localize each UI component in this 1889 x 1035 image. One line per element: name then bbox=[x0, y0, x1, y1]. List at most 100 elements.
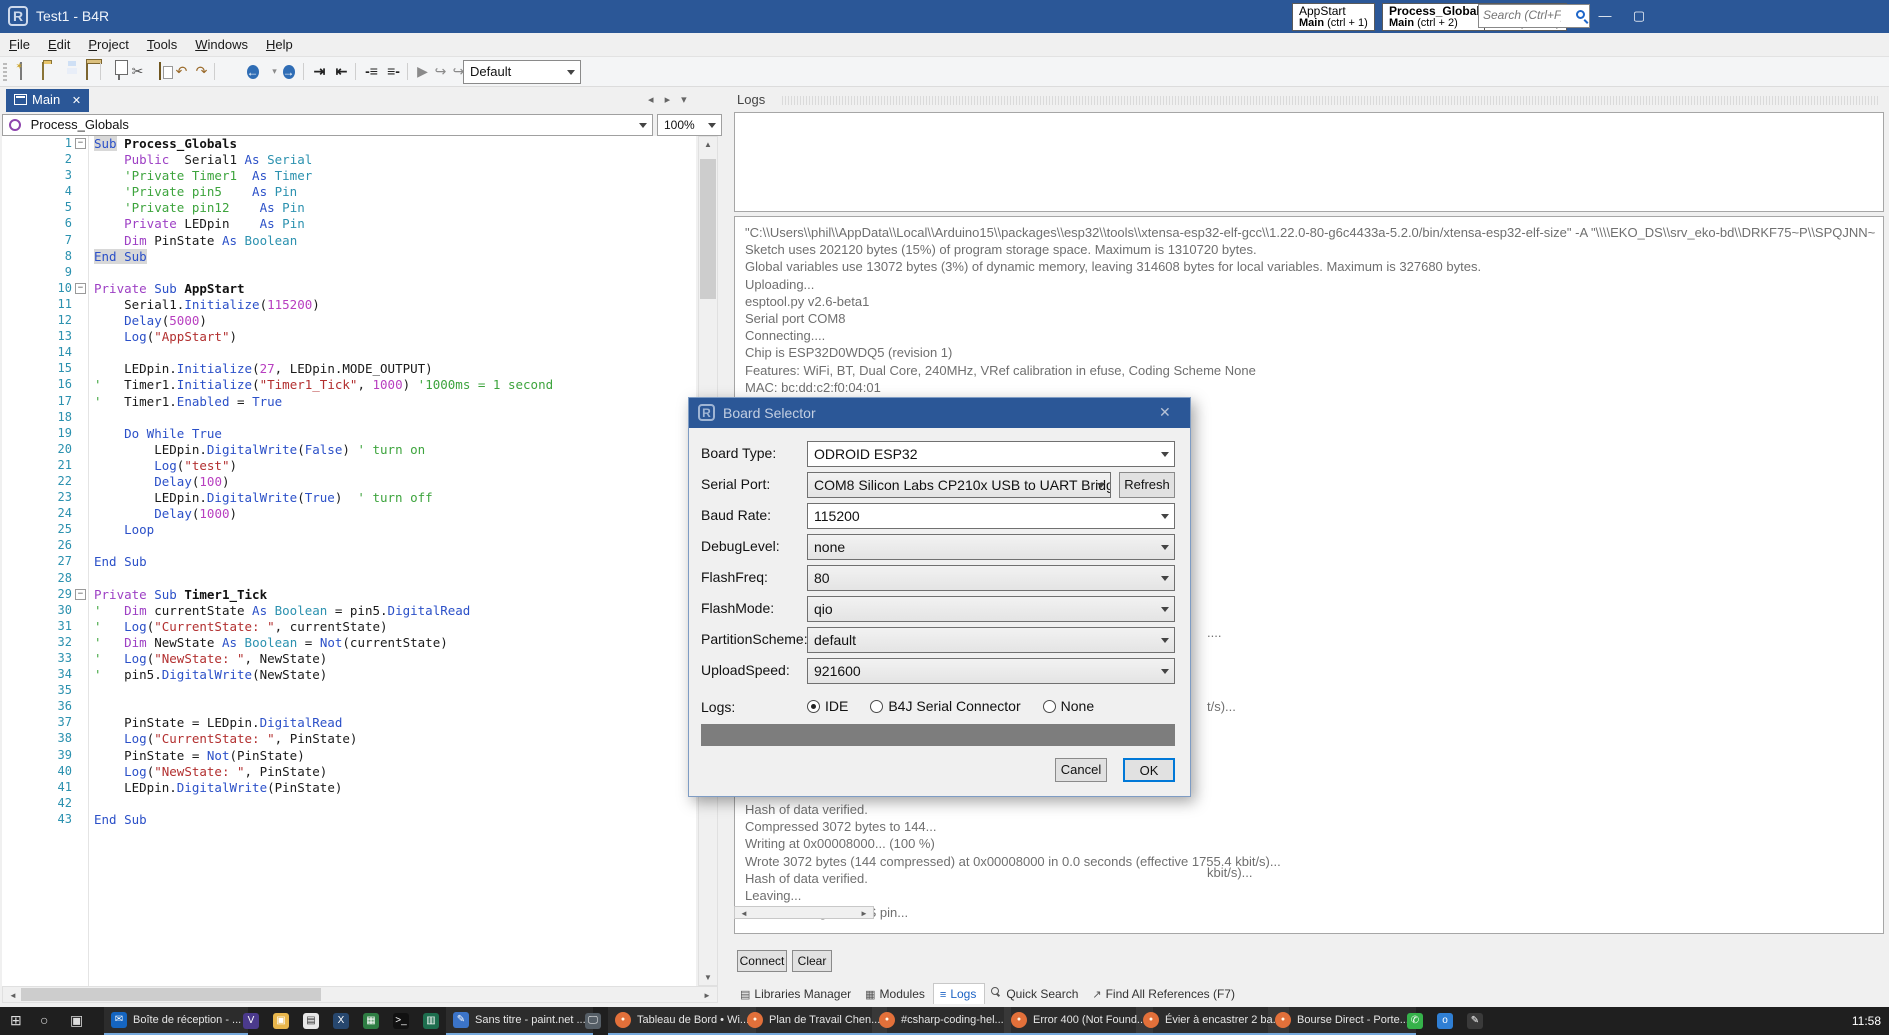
debuglevel-select[interactable]: none bbox=[807, 534, 1175, 560]
code-line-16[interactable]: 16 ' Timer1.Initialize("Timer1_Tick", 100… bbox=[2, 377, 696, 393]
fold-collapse-icon[interactable]: − bbox=[75, 282, 86, 294]
code-line-25[interactable]: 25 Loop bbox=[2, 522, 696, 538]
taskbar-item-pen-app[interactable]: ✎ bbox=[1460, 1007, 1490, 1035]
close-icon[interactable]: ✕ bbox=[1159, 404, 1171, 421]
search-input[interactable] bbox=[1479, 5, 1565, 25]
editor-zoom-select[interactable]: 100% bbox=[657, 114, 722, 136]
code-line-14[interactable]: 14 bbox=[2, 345, 696, 361]
board-type-select[interactable]: ODROID ESP32 bbox=[807, 441, 1175, 467]
taskbar-item-folder-app[interactable]: ▣ bbox=[266, 1007, 296, 1035]
minimize-button[interactable]: — bbox=[1592, 8, 1618, 23]
code-line-8[interactable]: 8 End Sub bbox=[2, 248, 696, 265]
taskbar-item-chrome-window-4[interactable]: ● Error 400 (Not Found... bbox=[1004, 1007, 1154, 1035]
quick-sub-appstart[interactable]: AppStart Main (ctrl + 1) bbox=[1292, 3, 1375, 31]
code-line-6[interactable]: 6 Private LEDpin As Pin bbox=[2, 216, 696, 232]
code-line-10[interactable]: 10− Private Sub AppStart bbox=[2, 281, 696, 297]
menu-tools[interactable]: Tools bbox=[138, 33, 186, 56]
code-line-39[interactable]: 39 PinState = Not(PinState) bbox=[2, 748, 696, 764]
cancel-button[interactable]: Cancel bbox=[1055, 758, 1107, 782]
export-icon[interactable] bbox=[76, 61, 97, 82]
comment-icon[interactable]: -≡ bbox=[361, 61, 382, 82]
code-line-20[interactable]: 20 LEDpin.DigitalWrite(False) ' turn on bbox=[2, 442, 696, 458]
taskbar-item-mail-app[interactable]: ✉ Boîte de réception - ... bbox=[104, 1007, 249, 1035]
search-circle-icon[interactable]: ○ bbox=[40, 1012, 48, 1028]
flashfreq-select[interactable]: 80 bbox=[807, 565, 1175, 591]
uploadspeed-select[interactable]: 921600 bbox=[807, 658, 1175, 684]
logs-horizontal-scrollbar[interactable]: ◄ ► bbox=[734, 906, 874, 919]
code-line-18[interactable]: 18 bbox=[2, 410, 696, 426]
clear-button[interactable]: Clear bbox=[792, 950, 832, 972]
code-line-13[interactable]: 13 Log("AppStart") bbox=[2, 329, 696, 345]
redo-icon[interactable]: ↷ bbox=[191, 61, 212, 82]
close-tab-icon[interactable]: ✕ bbox=[72, 95, 81, 107]
code-line-38[interactable]: 38 Log("CurrentState: ", PinState) bbox=[2, 731, 696, 747]
code-line-29[interactable]: 29− Private Sub Timer1_Tick bbox=[2, 587, 696, 603]
tab-main[interactable]: Main ✕ bbox=[6, 89, 90, 112]
taskbar-item-blue-app[interactable]: o bbox=[1430, 1007, 1460, 1035]
scroll-down-icon[interactable]: ▼ bbox=[700, 973, 716, 982]
code-line-5[interactable]: 5 'Private pin12 As Pin bbox=[2, 200, 696, 216]
code-line-32[interactable]: 32 ' Dim NewState As Boolean = Not(curren… bbox=[2, 635, 696, 651]
new-file-icon[interactable] bbox=[10, 61, 31, 82]
editor-horizontal-scrollbar[interactable]: ◄ ► bbox=[2, 986, 718, 1003]
scrollbar-thumb[interactable] bbox=[700, 159, 716, 299]
code-line-2[interactable]: 2 Public Serial1 As Serial bbox=[2, 152, 696, 168]
code-line-37[interactable]: 37 PinState = LEDpin.DigitalRead bbox=[2, 715, 696, 731]
taskbar-item-notepad-app[interactable]: ▤ bbox=[296, 1007, 326, 1035]
radio-none[interactable]: None bbox=[1042, 698, 1094, 714]
taskbar-item-chrome-window-5[interactable]: ● Évier à encastrer 2 ba... bbox=[1136, 1007, 1289, 1035]
copy-icon[interactable] bbox=[105, 61, 126, 82]
code-line-1[interactable]: 1− Sub Process_Globals bbox=[2, 136, 696, 152]
tab-find-all-references-f7-[interactable]: ↗ Find All References (F7) bbox=[1086, 984, 1243, 1004]
radio-b4j-serial-connector[interactable]: B4J Serial Connector bbox=[870, 698, 1021, 714]
code-line-30[interactable]: 30 ' Dim currentState As Boolean = pin5.D… bbox=[2, 603, 696, 619]
navigate-forward-icon[interactable]: → bbox=[278, 61, 299, 82]
task-view-icon[interactable]: ▣ bbox=[70, 1012, 83, 1029]
code-line-27[interactable]: 27 End Sub bbox=[2, 554, 696, 570]
taskbar-item-x-app[interactable]: X bbox=[326, 1007, 356, 1035]
code-line-26[interactable]: 26 bbox=[2, 538, 696, 554]
menu-help[interactable]: Help bbox=[257, 33, 302, 56]
search-icon[interactable] bbox=[1576, 10, 1585, 19]
taskbar-item-chrome-window-2[interactable]: ● Plan de Travail Chen... bbox=[740, 1007, 888, 1035]
code-line-28[interactable]: 28 bbox=[2, 571, 696, 587]
code-line-31[interactable]: 31 ' Log("CurrentState: ", currentState) bbox=[2, 619, 696, 635]
connect-button[interactable]: Connect bbox=[737, 950, 787, 972]
code-line-23[interactable]: 23 LEDpin.DigitalWrite(True) ' turn off bbox=[2, 490, 696, 506]
taskbar-item-green-grid-app[interactable]: ▥ bbox=[416, 1007, 446, 1035]
code-line-35[interactable]: 35 bbox=[2, 683, 696, 699]
code-line-21[interactable]: 21 Log("test") bbox=[2, 458, 696, 474]
build-configuration-select[interactable]: Default bbox=[463, 60, 581, 84]
code-line-9[interactable]: 9 bbox=[2, 265, 696, 281]
code-line-41[interactable]: 41 LEDpin.DigitalWrite(PinState) bbox=[2, 780, 696, 796]
maximize-button[interactable]: ▢ bbox=[1626, 8, 1652, 24]
quick-sub-process_globals[interactable]: Process_Globals Main (ctrl + 2) bbox=[1382, 3, 1494, 31]
taskbar-item-display-app[interactable]: 🖵 bbox=[578, 1007, 608, 1035]
tab-quick-search[interactable]: Quick Search bbox=[985, 984, 1086, 1004]
save-icon[interactable] bbox=[54, 61, 75, 82]
tab-logs[interactable]: ≡ Logs bbox=[932, 983, 986, 1004]
logs-filter-box[interactable] bbox=[734, 112, 1884, 212]
flashmode-select[interactable]: qio bbox=[807, 596, 1175, 622]
taskbar-item-spreadsheet-app[interactable]: ▦ bbox=[356, 1007, 386, 1035]
code-line-42[interactable]: 42 bbox=[2, 796, 696, 812]
bookmark-icon[interactable] bbox=[219, 61, 240, 82]
code-line-43[interactable]: 43 End Sub bbox=[2, 812, 696, 828]
outdent-icon[interactable]: ⇤ bbox=[331, 61, 352, 82]
code-line-4[interactable]: 4 'Private pin5 As Pin bbox=[2, 184, 696, 200]
serial-port-select[interactable]: COM8 Silicon Labs CP210x USB to UART Bri… bbox=[807, 472, 1111, 498]
menu-file[interactable]: File bbox=[0, 33, 39, 56]
fold-collapse-icon[interactable]: − bbox=[75, 138, 86, 149]
code-line-12[interactable]: 12 Delay(5000) bbox=[2, 313, 696, 329]
menu-project[interactable]: Project bbox=[79, 33, 137, 56]
code-line-19[interactable]: 19 Do While True bbox=[2, 426, 696, 442]
start-button[interactable]: ⊞ bbox=[10, 1012, 22, 1029]
menu-windows[interactable]: Windows bbox=[186, 33, 257, 56]
indent-icon[interactable]: ⇥ bbox=[309, 61, 330, 82]
undo-icon[interactable]: ↶ bbox=[171, 61, 192, 82]
sub-navigator-select[interactable]: Process_Globals bbox=[2, 114, 653, 136]
tab-libraries-manager[interactable]: ▤ Libraries Manager bbox=[734, 984, 859, 1004]
scroll-right-icon[interactable]: ► bbox=[856, 909, 872, 918]
code-line-11[interactable]: 11 Serial1.Initialize(115200) bbox=[2, 297, 696, 313]
scroll-left-icon[interactable]: ◄ bbox=[736, 909, 752, 918]
